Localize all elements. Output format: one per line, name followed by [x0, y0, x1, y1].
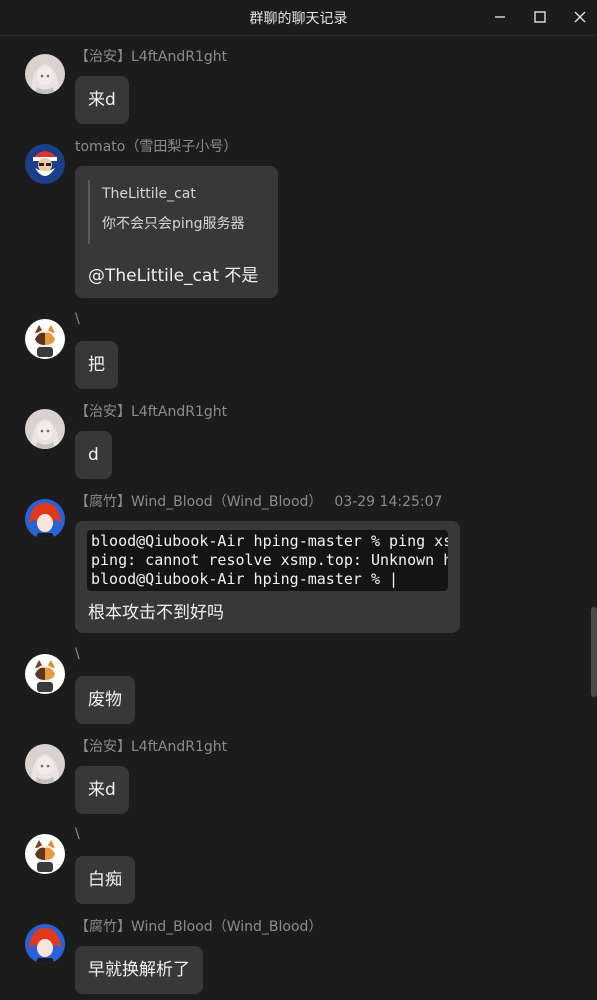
message-bubble[interactable]: 早就换解析了 — [75, 946, 203, 994]
sender-name: 【治安】L4ftAndR1ght — [75, 49, 228, 65]
close-icon[interactable] — [571, 8, 589, 26]
anime-girl-avatar[interactable] — [25, 54, 65, 94]
sender-name: tomato（雪田梨子小号） — [75, 139, 238, 155]
sender-name: \ — [75, 826, 80, 842]
terminal-screenshot[interactable]: blood@Qiubook-Air hping-master % ping xs… — [87, 530, 448, 591]
cat-avatar[interactable] — [25, 654, 65, 694]
quote-text: 你不会只会ping服务器 — [102, 216, 245, 232]
maximize-icon[interactable] — [531, 8, 549, 26]
sender-name: 【治安】L4ftAndR1ght — [75, 404, 228, 420]
scrollbar-thumb[interactable] — [591, 607, 597, 697]
quote-bar — [88, 180, 90, 244]
title-bar: 群聊的聊天记录 — [0, 0, 597, 36]
santa-avatar[interactable] — [25, 144, 65, 184]
message-bubble[interactable]: 白痴 — [75, 856, 135, 904]
terminal-line: blood@Qiubook-Air hping-master % | — [91, 570, 399, 588]
cat-avatar[interactable] — [25, 319, 65, 359]
message-bubble[interactable]: 废物 — [75, 676, 135, 724]
sender-name: 【腐竹】Wind_Blood（Wind_Blood） — [75, 919, 323, 935]
message-bubble[interactable]: 把 — [75, 341, 118, 389]
image-message-bubble[interactable]: blood@Qiubook-Air hping-master % ping xs… — [75, 521, 460, 633]
terminal-line: ping: cannot resolve xsmp.top: Unknown h… — [91, 551, 448, 569]
sender-name: 【治安】L4ftAndR1ght — [75, 739, 228, 755]
reply-bubble[interactable]: TheLittile_cat 你不会只会ping服务器 @TheLittile_… — [75, 166, 278, 298]
sender-label: 【腐竹】Wind_Blood（Wind_Blood） — [75, 494, 323, 510]
anime-girl-avatar[interactable] — [25, 409, 65, 449]
sender-name: \ — [75, 646, 80, 662]
message-text: 根本攻击不到好吗 — [88, 603, 224, 623]
terminal-line: blood@Qiubook-Air hping-master % ping xs… — [91, 532, 448, 550]
sender-name: 【腐竹】Wind_Blood（Wind_Blood） 03-29 14:25:07 — [75, 491, 442, 511]
red-hair-avatar[interactable] — [25, 499, 65, 539]
red-hair-avatar[interactable] — [25, 924, 65, 964]
sender-name: \ — [75, 311, 80, 327]
message-time: 03-29 14:25:07 — [334, 494, 443, 510]
message-bubble[interactable]: 来d — [75, 76, 129, 124]
cat-avatar[interactable] — [25, 834, 65, 874]
message-bubble[interactable]: 来d — [75, 766, 129, 814]
reply-text: @TheLittile_cat 不是 — [88, 266, 259, 286]
anime-girl-avatar[interactable] — [25, 744, 65, 784]
minimize-icon[interactable] — [491, 8, 509, 26]
message-bubble[interactable]: d — [75, 431, 112, 479]
quote-sender: TheLittile_cat — [102, 186, 196, 202]
